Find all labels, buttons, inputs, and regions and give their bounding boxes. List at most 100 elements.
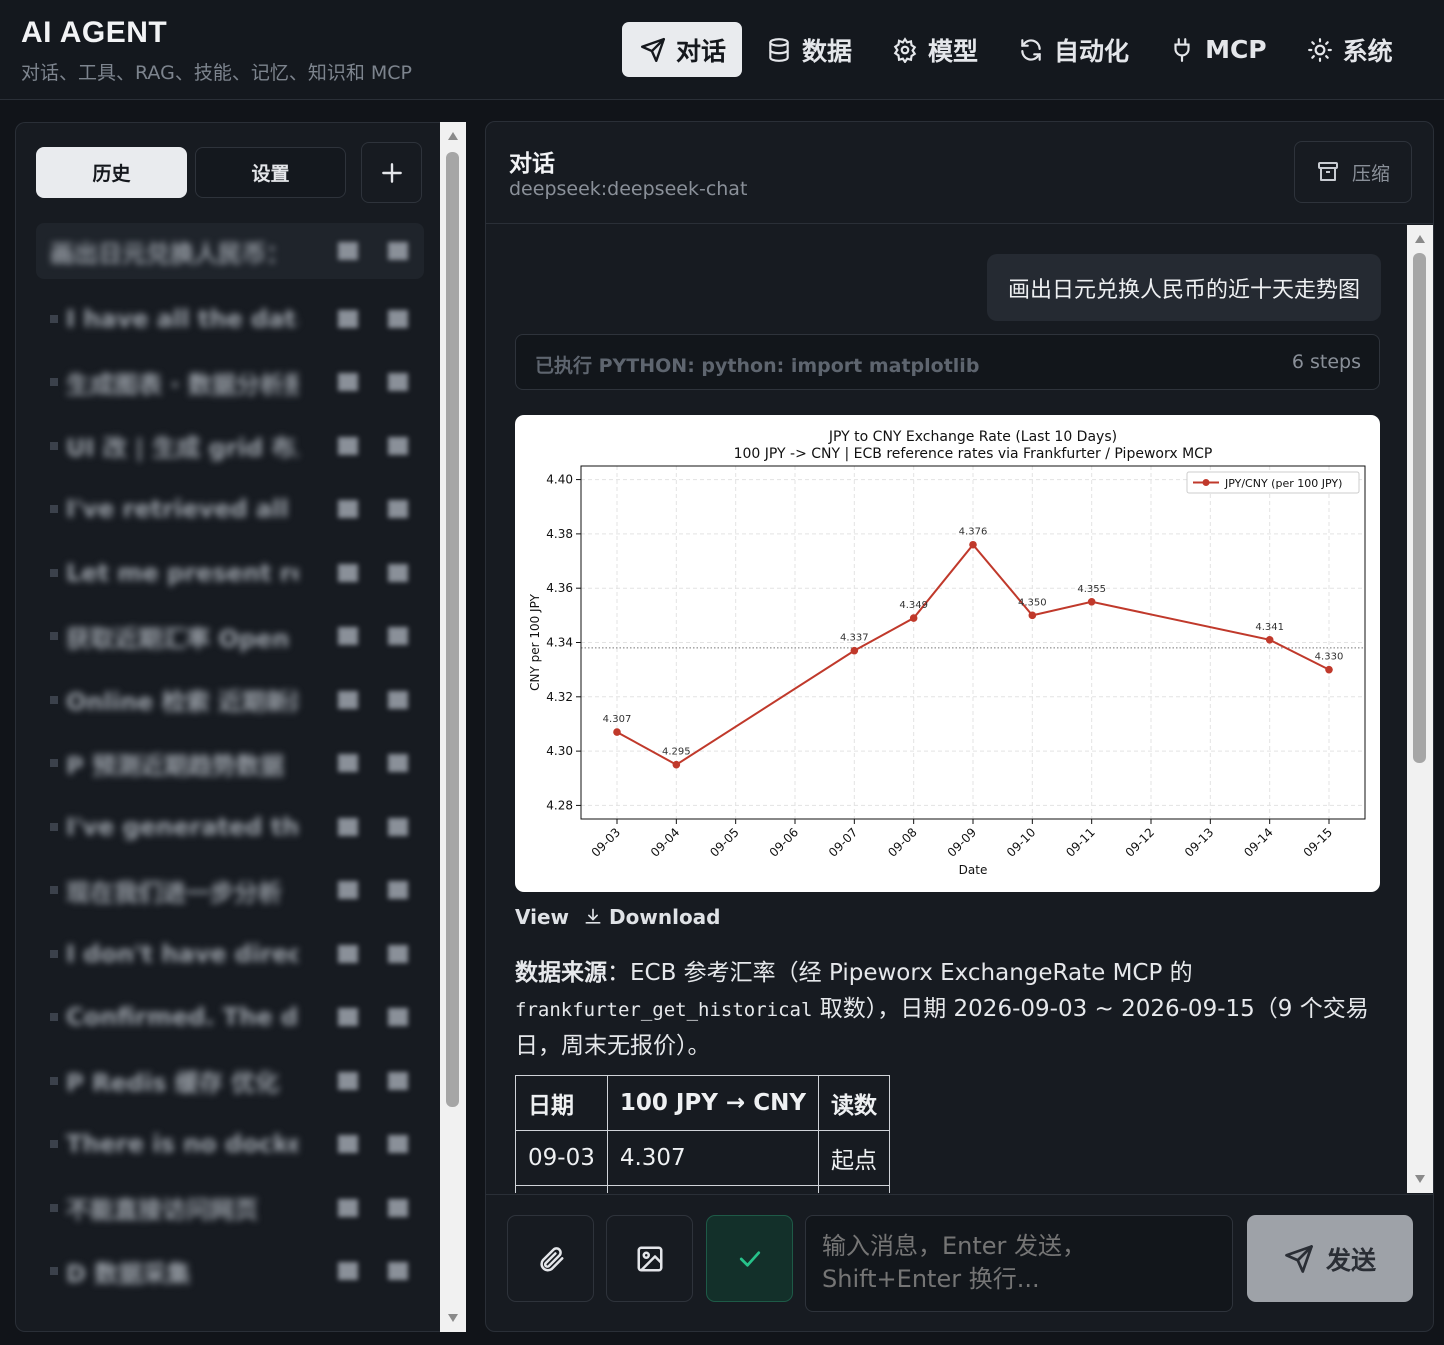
history-item[interactable]: P Redis 缓存 优化: [36, 1049, 424, 1113]
history-item-title: P Redis 缓存 优化: [66, 1069, 280, 1098]
sidebar-scrollbar[interactable]: [440, 122, 466, 1332]
history-item[interactable]: I have all the data needed: [36, 287, 424, 351]
delete-icon[interactable]: [388, 881, 408, 900]
history-item[interactable]: 生成图表 · 数据分析报告: [36, 351, 424, 415]
delete-icon[interactable]: [388, 242, 408, 260]
y-tick-label: 4.36: [546, 581, 573, 595]
rename-icon[interactable]: [338, 1198, 358, 1217]
tab-history[interactable]: 历史: [36, 147, 187, 198]
rename-icon[interactable]: [338, 754, 358, 773]
download-link[interactable]: Download: [583, 905, 721, 929]
compress-button[interactable]: 压缩: [1294, 141, 1412, 203]
confirm-toggle-button[interactable]: [706, 1215, 793, 1302]
rename-icon[interactable]: [338, 563, 358, 582]
delete-icon[interactable]: [388, 500, 408, 519]
rename-icon[interactable]: [338, 1071, 358, 1090]
data-point: [1028, 611, 1037, 620]
delete-icon[interactable]: [388, 436, 408, 455]
nav-chat[interactable]: 对话: [622, 22, 743, 77]
history-item[interactable]: 画出日元兑换人民币：DD 折线图: [36, 223, 424, 279]
history-item-title: UI 改 | 生成 grid 布局: [66, 434, 298, 463]
nav-system[interactable]: 系统: [1289, 22, 1409, 77]
delete-icon[interactable]: [388, 1198, 408, 1217]
rename-icon[interactable]: [338, 627, 358, 646]
steps-count: 6 steps: [1291, 351, 1361, 373]
nav-mcp[interactable]: MCP: [1151, 22, 1283, 77]
image-button[interactable]: [606, 1215, 693, 1302]
history-item[interactable]: Let me present results: [36, 541, 424, 605]
delete-icon[interactable]: [388, 754, 408, 773]
delete-icon[interactable]: [388, 373, 408, 392]
history-item[interactable]: I've retrieved all data: [36, 478, 424, 542]
delete-icon[interactable]: [388, 817, 408, 836]
nav-automation[interactable]: 自动化: [1000, 22, 1145, 77]
delete-icon[interactable]: [388, 1008, 408, 1027]
x-tick-label: 09-09: [945, 825, 980, 860]
rename-icon[interactable]: [338, 881, 358, 900]
history-item[interactable]: UI 改 | 生成 grid 布局: [36, 414, 424, 478]
history-item-title: There is no docker: [66, 1130, 298, 1159]
tab-settings[interactable]: 设置: [195, 147, 346, 198]
rate-table: 日期 100 JPY → CNY 读数 09-03 4.307 起点: [515, 1075, 890, 1193]
messages-scroll-thumb[interactable]: [1413, 253, 1426, 763]
scroll-down-arrow-icon[interactable]: [1415, 1175, 1425, 1183]
delete-icon[interactable]: [388, 1262, 408, 1281]
table-header: 读数: [818, 1075, 890, 1131]
history-item[interactable]: 获取近期汇率 Open data: [36, 605, 424, 669]
history-item[interactable]: 不能直接访问网页: [36, 1176, 424, 1240]
delete-icon[interactable]: [388, 690, 408, 709]
source-text-1: ：ECB 参考汇率（经 Pipeworx ExchangeRate MCP 的: [607, 960, 1193, 986]
rename-icon[interactable]: [338, 944, 358, 963]
rename-icon[interactable]: [338, 1008, 358, 1027]
x-tick-label: 09-14: [1241, 825, 1276, 860]
new-chat-button[interactable]: [361, 142, 422, 203]
tool-steps-summary[interactable]: 已执行 PYTHON: python: import matplotlib 6 …: [515, 334, 1380, 390]
history-sidebar: 历史 设置 画出日元兑换人民币：DD 折线图 I have all the dat…: [15, 122, 440, 1332]
delete-icon[interactable]: [388, 309, 408, 328]
history-item[interactable]: Confirmed. The data: [36, 986, 424, 1050]
nav-system-label: 系统: [1342, 36, 1393, 66]
delete-icon[interactable]: [388, 1071, 408, 1090]
y-tick-label: 4.34: [546, 636, 573, 650]
history-item[interactable]: I don't have direct data: [36, 922, 424, 986]
scroll-up-arrow-icon[interactable]: [1415, 235, 1425, 243]
history-item[interactable]: I've generated the chart: [36, 795, 424, 859]
delete-icon[interactable]: [388, 563, 408, 582]
history-item[interactable]: There is no docker: [36, 1113, 424, 1177]
table-cell: [818, 1185, 890, 1193]
rename-icon[interactable]: [338, 242, 358, 260]
rename-icon[interactable]: [338, 500, 358, 519]
history-item[interactable]: D 数据采集: [36, 1240, 424, 1304]
scroll-up-arrow-icon[interactable]: [448, 132, 458, 140]
delete-icon[interactable]: [388, 627, 408, 646]
history-item[interactable]: P 预测近期趋势数据: [36, 732, 424, 796]
rename-icon[interactable]: [338, 690, 358, 709]
rename-icon[interactable]: [338, 817, 358, 836]
nav-data[interactable]: 数据: [748, 22, 868, 77]
rename-icon[interactable]: [338, 1135, 358, 1154]
message-input[interactable]: [805, 1215, 1233, 1312]
rename-icon[interactable]: [338, 436, 358, 455]
messages-scrollbar[interactable]: [1407, 225, 1433, 1193]
history-bullet-icon: [50, 378, 58, 387]
rename-icon[interactable]: [338, 309, 358, 328]
delete-icon[interactable]: [388, 1135, 408, 1154]
exchange-rate-chart: JPY to CNY Exchange Rate (Last 10 Days)1…: [528, 429, 1366, 877]
view-link[interactable]: View: [515, 905, 569, 929]
sidebar-scroll-thumb[interactable]: [446, 152, 459, 1107]
send-button[interactable]: 发送: [1247, 1215, 1413, 1302]
send-icon: [640, 37, 666, 63]
scroll-down-arrow-icon[interactable]: [448, 1314, 458, 1322]
rename-icon[interactable]: [338, 1262, 358, 1281]
nav-models[interactable]: 模型: [874, 22, 994, 77]
archive-icon: [1316, 160, 1340, 184]
attach-button[interactable]: [507, 1215, 594, 1302]
compress-label: 压缩: [1351, 162, 1390, 185]
delete-icon[interactable]: [388, 944, 408, 963]
y-tick-label: 4.30: [546, 744, 573, 758]
chat-model-name: deepseek:deepseek-chat: [509, 178, 748, 200]
history-item[interactable]: 现在我们进一步分析: [36, 859, 424, 923]
x-tick-label: 09-08: [885, 825, 920, 860]
history-item[interactable]: Online 检索 近期新闻: [36, 668, 424, 732]
rename-icon[interactable]: [338, 373, 358, 392]
